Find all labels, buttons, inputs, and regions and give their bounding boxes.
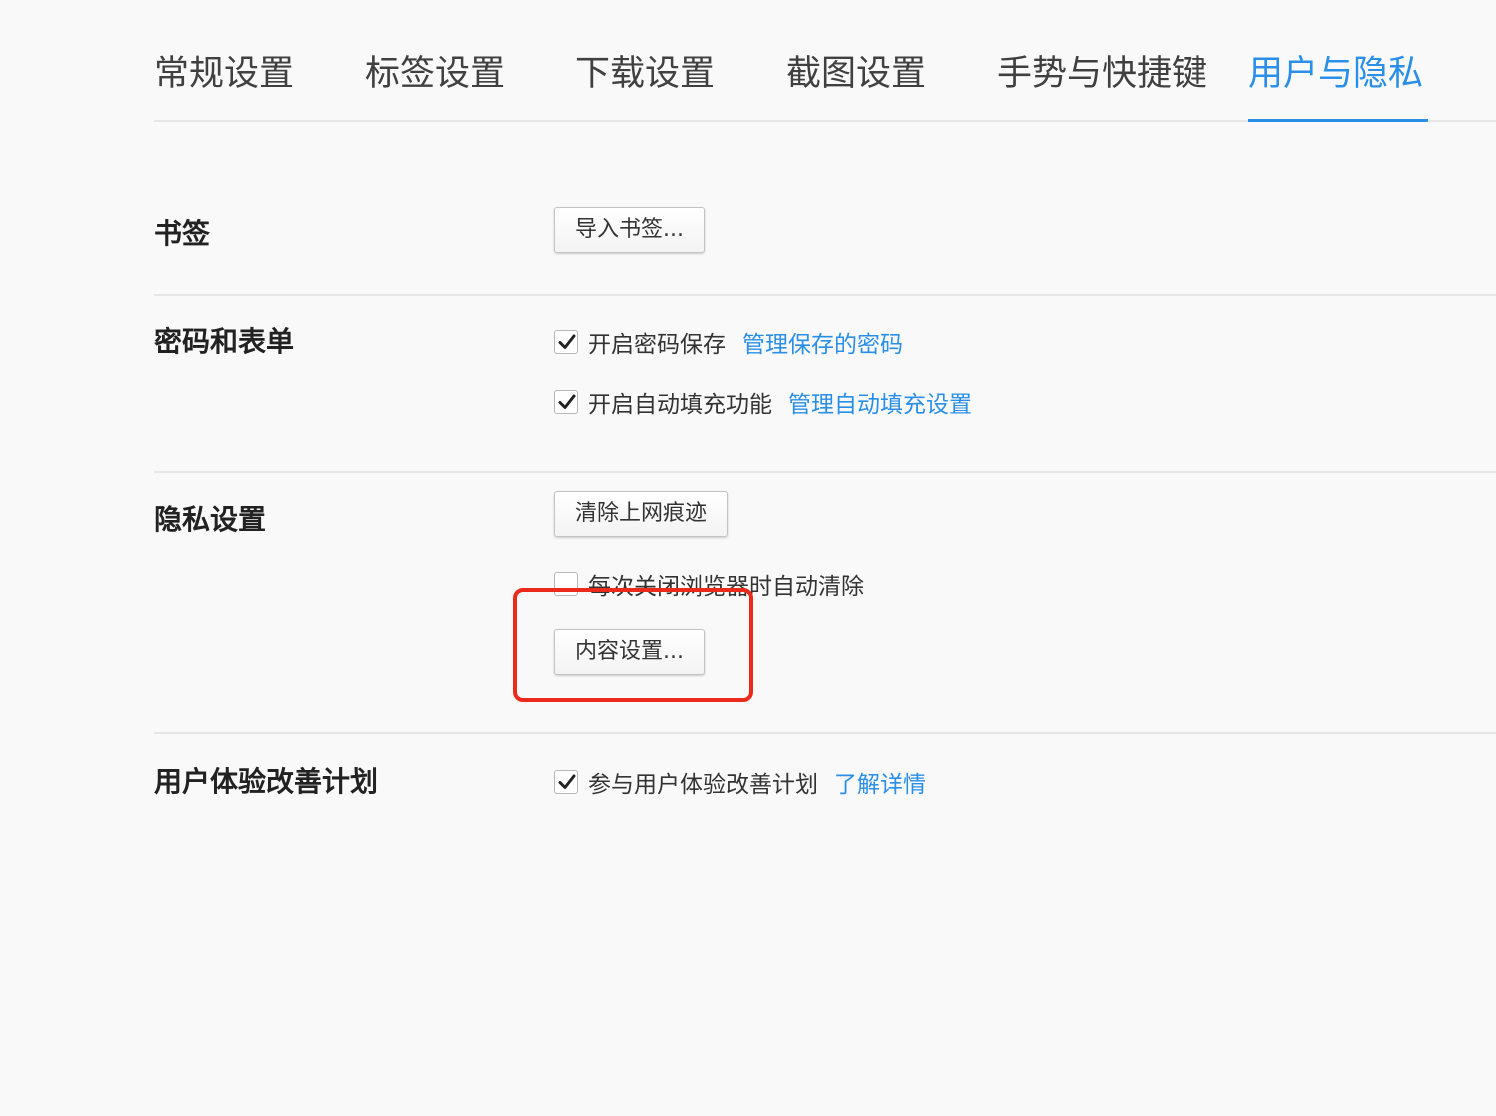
tab-screenshot[interactable]: 截图设置 xyxy=(786,52,926,96)
ux-participate-label: 参与用户体验改善计划 xyxy=(588,772,818,798)
tab-tabs[interactable]: 标签设置 xyxy=(365,52,505,96)
settings-page: 常规设置 标签设置 下载设置 截图设置 手势与快捷键 用户与隐私 书签 导入书签… xyxy=(0,0,1496,1116)
settings-tab-bar: 常规设置 标签设置 下载设置 截图设置 手势与快捷键 用户与隐私 xyxy=(154,0,1496,122)
checkmark-icon xyxy=(558,334,576,349)
highlight-annotation xyxy=(513,588,753,702)
import-bookmarks-button[interactable]: 导入书签... xyxy=(554,207,705,253)
clear-browsing-data-button[interactable]: 清除上网痕迹 xyxy=(554,491,729,537)
manage-passwords-link[interactable]: 管理保存的密码 xyxy=(742,325,903,359)
privacy-section-title: 隐私设置 xyxy=(154,503,267,536)
passwords-section-title: 密码和表单 xyxy=(154,325,295,358)
section-divider xyxy=(154,732,1496,734)
active-tab-indicator xyxy=(1248,119,1428,122)
autofill-row: 开启自动填充功能 管理自动填充设置 xyxy=(554,386,972,418)
save-password-label: 开启密码保存 xyxy=(588,332,726,358)
bookmarks-section-title: 书签 xyxy=(154,217,211,250)
ux-program-section-title: 用户体验改善计划 xyxy=(154,765,379,798)
autofill-label: 开启自动填充功能 xyxy=(588,392,772,418)
save-password-checkbox[interactable] xyxy=(554,330,578,354)
save-password-row: 开启密码保存 管理保存的密码 xyxy=(554,326,903,358)
section-divider xyxy=(154,294,1496,296)
manage-autofill-link[interactable]: 管理自动填充设置 xyxy=(788,385,972,419)
ux-participate-row: 参与用户体验改善计划 了解详情 xyxy=(554,766,926,798)
section-divider xyxy=(154,471,1496,473)
tab-user-privacy[interactable]: 用户与隐私 xyxy=(1248,52,1423,96)
checkmark-icon xyxy=(558,394,576,409)
learn-more-link[interactable]: 了解详情 xyxy=(834,765,926,799)
ux-participate-checkbox[interactable] xyxy=(554,770,578,794)
autofill-checkbox[interactable] xyxy=(554,390,578,414)
tab-download[interactable]: 下载设置 xyxy=(575,52,715,96)
tab-gestures-shortcuts[interactable]: 手势与快捷键 xyxy=(997,52,1207,96)
checkmark-icon xyxy=(558,774,576,789)
tab-general[interactable]: 常规设置 xyxy=(154,52,294,96)
